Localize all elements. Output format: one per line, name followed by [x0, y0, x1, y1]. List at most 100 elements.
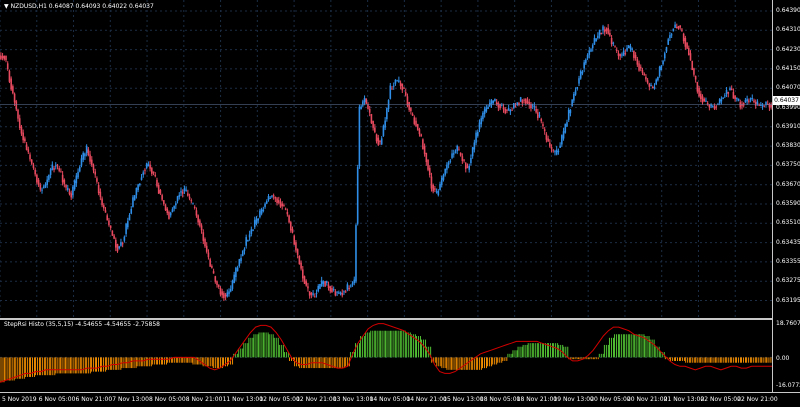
candle-body	[128, 214, 131, 221]
candle-body	[72, 186, 74, 196]
candle-body	[591, 45, 594, 49]
candle-body	[175, 203, 177, 206]
candle-body	[655, 79, 657, 85]
indicator-scale-label: -16.07722	[776, 382, 800, 389]
candle-body	[686, 43, 688, 49]
candle-body	[173, 206, 175, 209]
candle-body	[521, 100, 524, 104]
candle-body	[238, 259, 241, 267]
candle-body	[288, 215, 290, 223]
candle-body	[593, 37, 596, 45]
candle-body	[622, 51, 625, 56]
candle-body	[252, 230, 254, 232]
candle-body	[502, 107, 505, 110]
candle-body	[434, 188, 436, 190]
candle-body	[681, 29, 683, 31]
candle-body	[634, 54, 637, 59]
candle-body	[415, 120, 417, 127]
candle-body	[168, 212, 170, 219]
candle-body	[46, 179, 48, 185]
candle-body	[519, 97, 522, 102]
candle-body	[12, 86, 14, 94]
price-scale-label: 0.63750	[776, 161, 800, 169]
candle-body	[516, 102, 519, 105]
candle-body	[449, 160, 452, 162]
candle-body	[598, 29, 601, 36]
candle-body	[588, 50, 591, 55]
candle-body	[684, 38, 687, 47]
candle-body	[542, 124, 544, 127]
candle-body	[380, 138, 383, 145]
price-scale-label: 0.63355	[776, 257, 800, 265]
candle-body	[339, 292, 342, 294]
candle-body	[579, 70, 582, 79]
candle-body	[506, 109, 508, 111]
candle-body	[696, 81, 699, 92]
candle-body	[27, 149, 30, 153]
candle-body	[127, 221, 129, 228]
candle-body	[756, 101, 759, 104]
time-axis[interactable]: 5 Nov 2019 6 Nov 05:00 6 Nov 21:00 7 Nov 13…	[0, 392, 800, 407]
candle-body	[108, 220, 110, 226]
candle-body	[471, 147, 474, 157]
candle-body	[538, 115, 541, 117]
candle-body	[185, 189, 187, 191]
candle-body	[96, 178, 98, 182]
candle-body	[377, 137, 380, 145]
candle-body	[698, 87, 700, 97]
candle-body	[303, 276, 306, 284]
candle-body	[636, 59, 639, 65]
candle-body	[607, 27, 609, 34]
candle-body	[276, 198, 278, 203]
indicator-panel[interactable]	[0, 320, 772, 390]
candle-body	[341, 293, 344, 296]
candle-body	[233, 274, 235, 283]
candle-body	[691, 60, 694, 71]
price-scale[interactable]	[772, 0, 800, 392]
candle-body	[396, 80, 398, 82]
candle-body	[13, 93, 16, 103]
candle-body	[133, 195, 136, 201]
candle-body	[504, 108, 507, 114]
candle-body	[183, 188, 186, 191]
candle-body	[643, 73, 645, 76]
candle-body	[207, 252, 210, 258]
candle-body	[627, 45, 630, 49]
candlestick-chart[interactable]	[0, 0, 772, 318]
candle-body	[663, 53, 666, 59]
candle-body	[61, 174, 64, 183]
candle-body	[274, 196, 277, 199]
candle-body	[260, 209, 263, 214]
candle-body	[653, 86, 656, 89]
candle-body	[679, 25, 682, 28]
candle-body	[451, 153, 453, 158]
candle-body	[0, 55, 2, 60]
candle-body	[404, 92, 407, 96]
candle-body	[483, 109, 486, 115]
candle-body	[151, 168, 153, 174]
candle-body	[163, 200, 165, 205]
candle-body	[156, 179, 158, 187]
candle-body	[718, 99, 721, 104]
candle-body	[157, 184, 160, 194]
candle-body	[94, 171, 97, 175]
dropdown-triangle-icon[interactable]: ▼	[4, 3, 9, 10]
candle-body	[674, 24, 676, 28]
candle-body	[322, 281, 325, 284]
price-chart-panel[interactable]	[0, 0, 772, 318]
indicator-histogram[interactable]	[0, 320, 772, 390]
candle-body	[564, 123, 567, 133]
candle-body	[452, 153, 455, 155]
candle-body	[355, 225, 357, 282]
candle-body	[410, 108, 412, 112]
candle-body	[180, 191, 182, 193]
time-axis-label: 20 Nov 05:00	[590, 396, 631, 403]
candle-body	[250, 229, 253, 234]
candle-body	[315, 293, 318, 295]
candle-body	[567, 109, 570, 120]
symbol-header[interactable]: ▼ NZDUSD,H1 0.64087 0.64093 0.64022 0.640…	[4, 3, 154, 11]
candle-body	[73, 180, 76, 190]
candle-body	[440, 177, 443, 185]
price-scale-label: 0.64150	[776, 64, 800, 72]
candle-body	[6, 63, 9, 70]
